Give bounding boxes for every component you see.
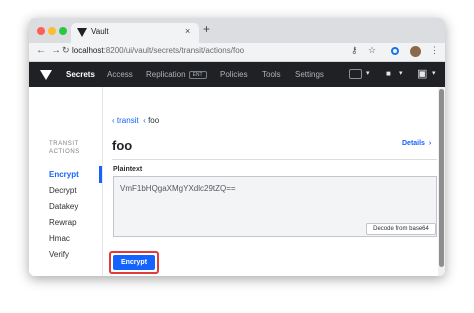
url-path: :8200/ui/vault/secrets/transit/actions/f… <box>103 46 245 55</box>
browser-menu-icon[interactable]: ⋮ <box>430 45 439 56</box>
details-link[interactable]: Details › <box>402 140 431 147</box>
browser-toolbar: ← → C ↻ localhost:8200/ui/vault/secrets/… <box>29 43 445 62</box>
tab-title: Vault <box>91 27 109 36</box>
breadcrumb-current: foo <box>148 116 160 125</box>
breadcrumb-transit[interactable]: transit <box>117 116 139 125</box>
plaintext-textarea[interactable]: VmF1bHQgaXMgYXdlc29tZQ== Decode from bas… <box>113 176 437 237</box>
sidebar-heading: TRANSIT ACTIONS <box>49 141 80 155</box>
nav-policies[interactable]: Policies <box>220 70 248 79</box>
url-host: localhost <box>72 46 104 55</box>
browser-window: Vault × + ← → C ↻ localhost:8200/ui/vaul… <box>29 18 445 276</box>
reload-button[interactable]: ↻ <box>62 45 70 56</box>
maximize-window-button[interactable] <box>59 27 67 35</box>
sidebar-item-hmac[interactable]: Hmac <box>49 234 70 243</box>
title-bar: Vault × + <box>29 18 445 43</box>
breadcrumb: ‹ transit ‹ foo <box>112 116 159 125</box>
console-toggle-button[interactable] <box>349 69 362 79</box>
new-tab-button[interactable]: + <box>203 22 210 36</box>
lock-icon[interactable]: ■ <box>386 69 391 78</box>
nav-replication-label: Replication <box>146 70 186 79</box>
encrypt-button[interactable]: Encrypt <box>113 255 155 270</box>
active-indicator <box>99 166 102 183</box>
ent-badge: ENT <box>188 71 207 79</box>
lock-chevron-icon: ▾ <box>399 70 403 77</box>
breadcrumb-chevron-icon: ‹ <box>143 116 146 125</box>
profile-avatar[interactable] <box>410 46 421 57</box>
plaintext-label: Plaintext <box>113 166 143 173</box>
forward-icon[interactable]: → <box>51 45 61 56</box>
browser-tab[interactable]: Vault × <box>71 23 199 43</box>
back-icon[interactable]: ← <box>36 45 46 56</box>
chevron-right-icon: › <box>428 140 432 147</box>
key-icon[interactable]: ⚷ <box>351 45 358 56</box>
page-title: foo <box>112 138 133 153</box>
nav-settings[interactable]: Settings <box>295 70 324 79</box>
sidebar-item-verify[interactable]: Verify <box>49 250 69 259</box>
nav-secrets[interactable]: Secrets <box>66 70 95 79</box>
details-label: Details <box>402 140 425 147</box>
extension-icon[interactable] <box>391 47 399 55</box>
vault-logo-icon[interactable] <box>40 70 52 80</box>
address-bar[interactable]: localhost:8200/ui/vault/secrets/transit/… <box>72 46 244 55</box>
bookmark-star-icon[interactable]: ☆ <box>368 45 376 56</box>
vault-favicon-icon <box>77 28 87 37</box>
vault-header: Secrets Access Replication ENT Policies T… <box>29 62 445 87</box>
plaintext-value: VmF1bHQgaXMgYXdlc29tZQ== <box>120 184 236 193</box>
sidebar-item-encrypt[interactable]: Encrypt <box>49 170 79 179</box>
breadcrumb-chevron-icon: ‹ <box>112 116 115 125</box>
tab-close-icon[interactable]: × <box>185 26 190 36</box>
sidebar-item-decrypt[interactable]: Decrypt <box>49 186 77 195</box>
sidebar-item-datakey[interactable]: Datakey <box>49 202 78 211</box>
divider <box>112 159 437 160</box>
page-content: TRANSIT ACTIONS Encrypt Decrypt Datakey … <box>29 87 445 276</box>
nav-access[interactable]: Access <box>107 70 133 79</box>
nav-replication[interactable]: Replication ENT <box>146 70 207 79</box>
decode-base64-button[interactable]: Decode from base64 <box>366 223 436 235</box>
console-chevron-icon: ▾ <box>366 70 370 77</box>
nav-tools[interactable]: Tools <box>262 70 281 79</box>
user-chevron-icon: ▾ <box>432 70 436 77</box>
close-window-button[interactable] <box>37 27 45 35</box>
scrollbar-thumb[interactable] <box>439 89 444 267</box>
minimize-window-button[interactable] <box>48 27 56 35</box>
sidebar-item-rewrap[interactable]: Rewrap <box>49 218 77 227</box>
transit-actions-sidebar: TRANSIT ACTIONS Encrypt Decrypt Datakey … <box>29 87 103 276</box>
user-menu-icon[interactable]: ▣ <box>417 67 427 80</box>
scrollbar[interactable] <box>438 87 445 276</box>
